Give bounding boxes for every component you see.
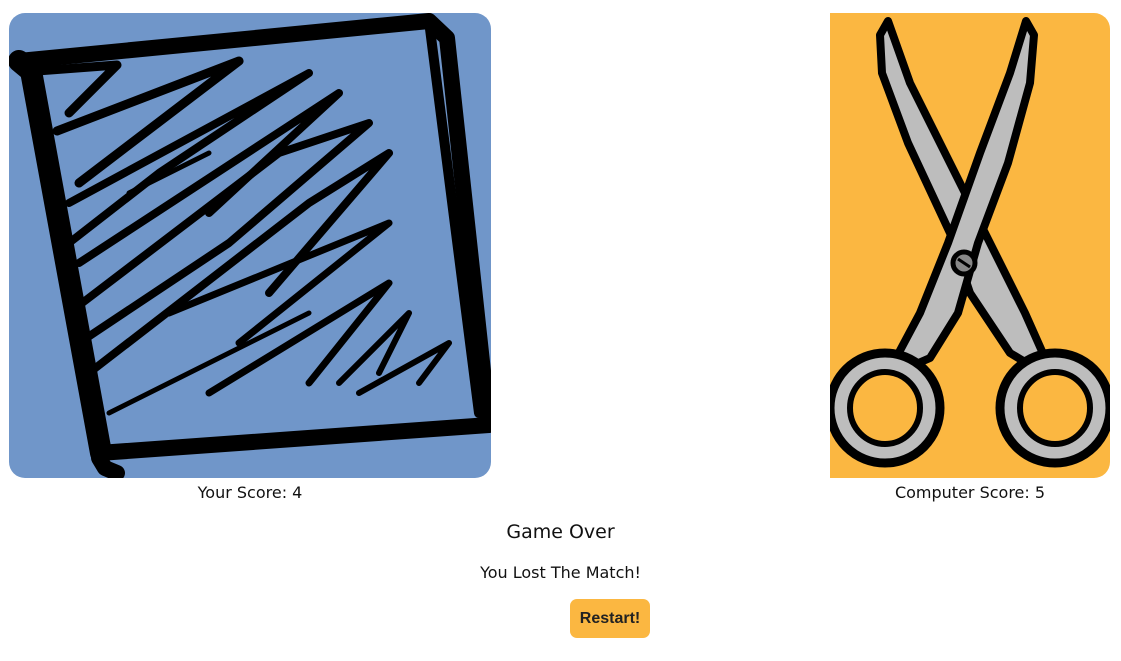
game-over-title: Game Over (506, 521, 615, 543)
player-score: Your Score: 4 (197, 483, 303, 502)
scissors-icon (830, 13, 1110, 478)
computer-choice-card (730, 13, 1110, 478)
paper-icon (9, 13, 491, 478)
computer-score: Computer Score: 5 (894, 483, 1046, 502)
restart-button[interactable]: Restart! (570, 599, 650, 638)
computer-card-panel (830, 13, 1110, 478)
player-choice-card (9, 13, 491, 478)
game-board: Your Score: 4 Computer Score: 5 Game Ove… (0, 0, 1121, 661)
match-result-message: You Lost The Match! (480, 563, 641, 582)
